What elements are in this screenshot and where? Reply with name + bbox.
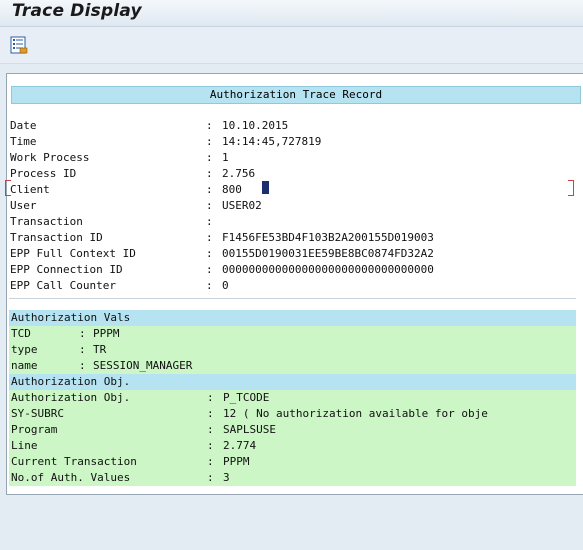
auth-obj-current-transaction: Current Transaction : PPPM [9,454,576,470]
selection-marker-left [5,180,11,196]
field-epp-connection-id: EPP Connection ID : 00000000000000000000… [10,263,434,276]
list-detail-icon[interactable] [10,36,28,54]
field-epp-call-counter: EPP Call Counter : 0 [10,279,229,292]
auth-obj-program: Program : SAPLSUSE [9,422,576,438]
field-time: Time : 14:14:45,727819 [10,135,322,148]
trace-record-panel: Authorization Trace Record Date : 10.10.… [5,73,583,495]
auth-obj-sy-subrc: SY-SUBRC : 12 ( No authorization availab… [9,406,576,422]
field-date: Date : 10.10.2015 [10,119,289,132]
field-client[interactable]: Client : 800 [10,182,575,198]
field-transaction-id: Transaction ID : F1456FE53BD4F103B2A2001… [10,231,434,244]
auth-obj-authorization-obj: Authorization Obj. : P_TCODE [9,390,576,406]
record-header: Authorization Trace Record [11,86,581,104]
field-work-process: Work Process : 1 [10,151,229,164]
auth-obj-header: Authorization Obj. [9,374,576,390]
text-cursor [262,181,269,194]
field-user: User : USER02 [10,199,262,212]
field-epp-full-context-id: EPP Full Context ID : 00155D0190031EE59B… [10,247,434,260]
toolbar [0,27,583,64]
auth-obj-line: Line : 2.774 [9,438,576,454]
auth-val-type: type : TR [9,342,576,358]
field-transaction: Transaction : [10,215,213,228]
selection-marker-right [568,180,574,196]
section-divider [9,298,576,299]
field-process-id: Process ID : 2.756 [10,167,256,180]
title-bar: Trace Display [0,0,583,27]
window-title: Trace Display [12,1,142,21]
auth-obj-no-of-auth-values: No.of Auth. Values : 3 [9,470,576,486]
auth-vals-header: Authorization Vals [9,310,576,326]
auth-val-tcd: TCD : PPPM [9,326,576,342]
auth-val-name: name : SESSION_MANAGER [9,358,576,374]
